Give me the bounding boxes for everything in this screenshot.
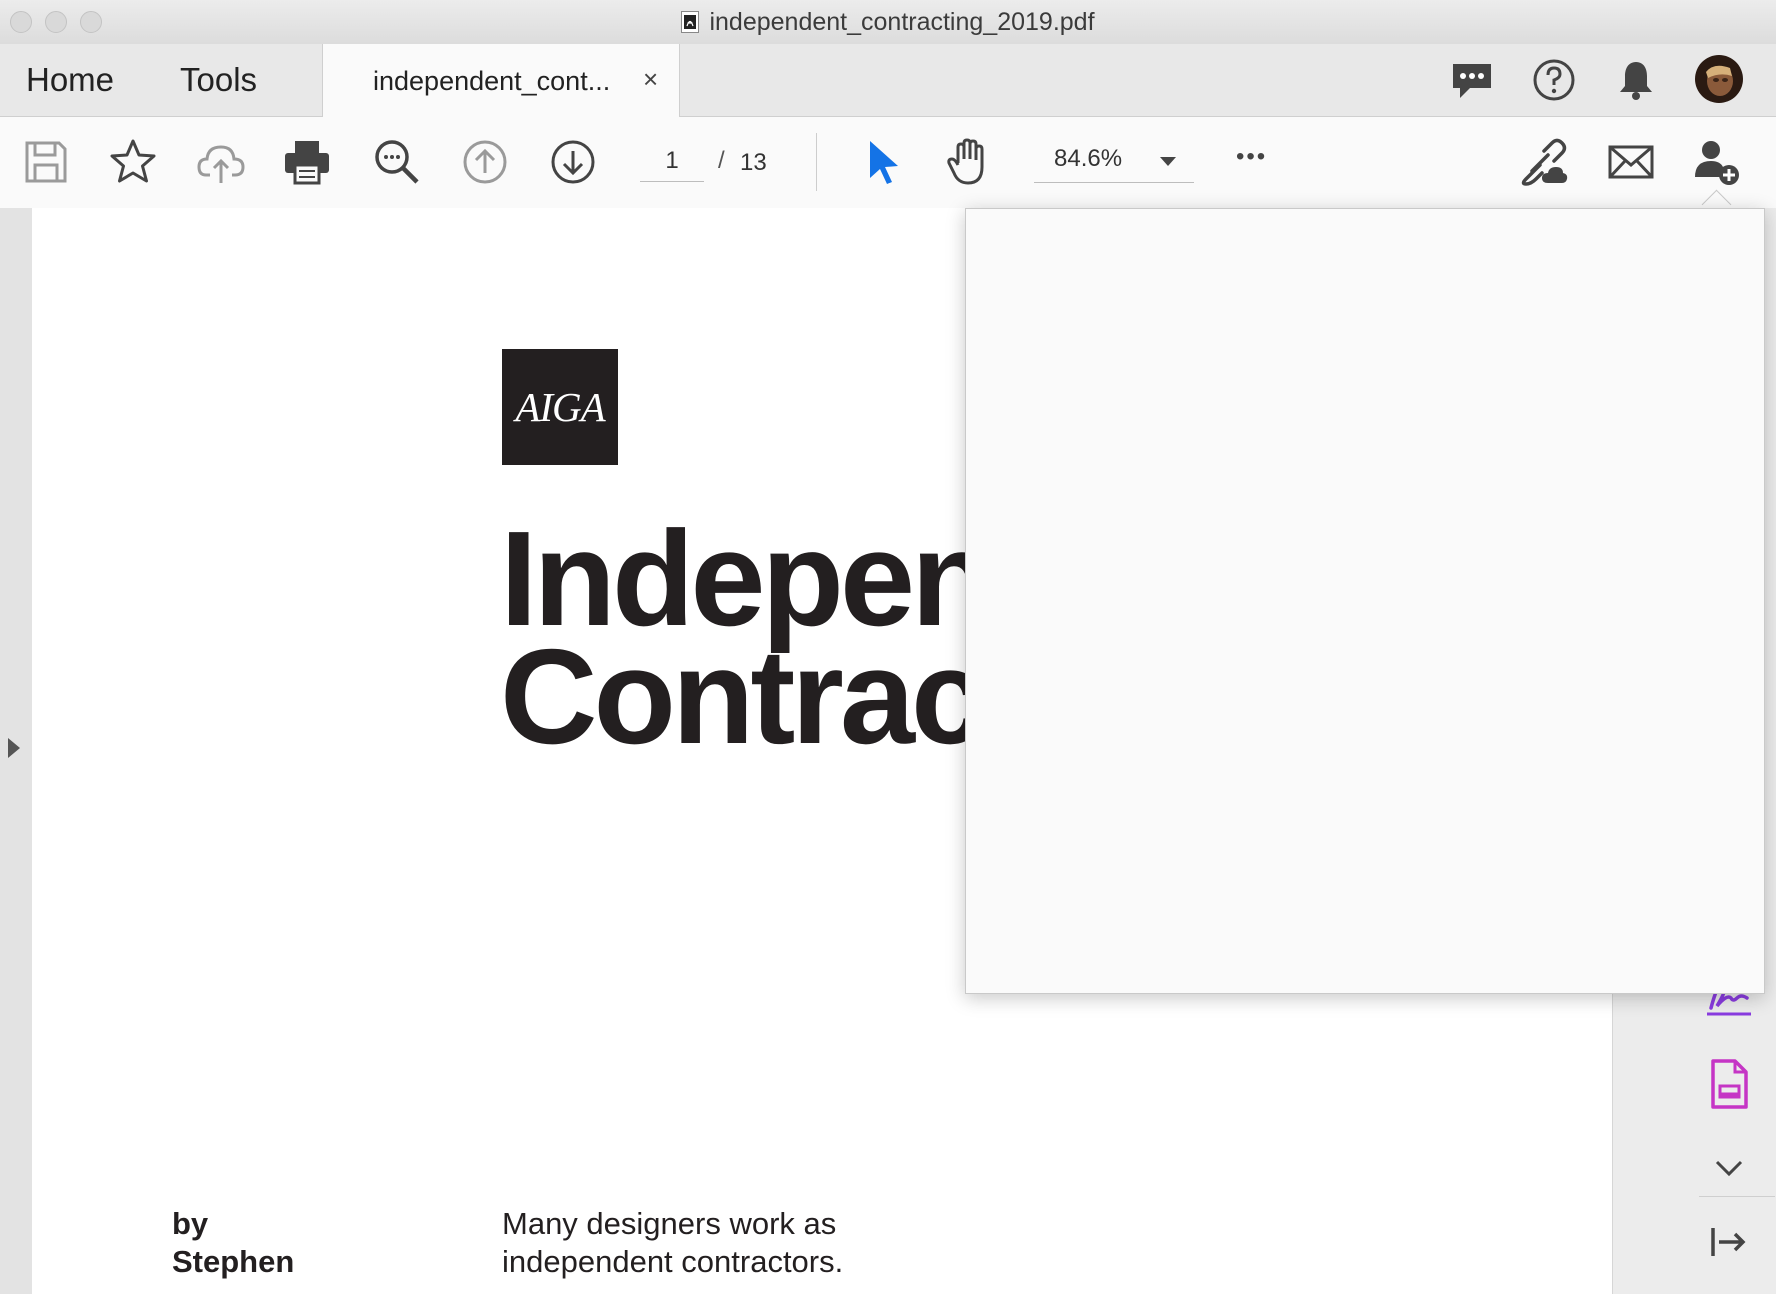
page-total: 13 xyxy=(740,149,767,176)
cloud-upload-icon[interactable] xyxy=(196,137,246,187)
page-number-input[interactable]: 1 xyxy=(640,147,704,182)
zoom-search-icon[interactable] xyxy=(372,137,422,187)
tab-tools[interactable]: Tools xyxy=(180,44,257,116)
user-avatar[interactable] xyxy=(1694,54,1744,104)
title-bar: independent_contracting_2019.pdf xyxy=(0,0,1776,45)
help-icon[interactable] xyxy=(1532,58,1576,102)
tab-bar: Home Tools independent_cont... × xyxy=(0,44,1776,117)
toolbar-divider xyxy=(816,133,817,191)
hand-tool-icon[interactable] xyxy=(944,137,994,187)
collapse-pane-icon[interactable] xyxy=(1707,1220,1751,1264)
window-title-group: independent_contracting_2019.pdf xyxy=(0,0,1776,44)
main-toolbar: 1 / 13 84.6% ••• xyxy=(0,117,1776,209)
next-page-icon[interactable] xyxy=(548,137,598,187)
more-options-icon[interactable]: ••• xyxy=(1236,143,1267,171)
notifications-bell-icon[interactable] xyxy=(1614,58,1658,102)
intro-line-2: independent contractors. xyxy=(502,1244,844,1279)
email-icon[interactable] xyxy=(1606,137,1656,187)
share-link-icon[interactable] xyxy=(1518,137,1568,187)
tab-document[interactable]: independent_cont... × xyxy=(322,44,680,117)
add-person-icon[interactable] xyxy=(1692,137,1742,187)
zoom-value: 84.6% xyxy=(1054,145,1123,172)
zoom-dropdown[interactable]: 84.6% xyxy=(1034,145,1194,183)
close-tab-button[interactable]: × xyxy=(643,64,658,95)
share-popover-panel[interactable] xyxy=(965,208,1765,994)
bookmark-star-icon[interactable] xyxy=(108,137,158,187)
document-tab-label: independent_cont... xyxy=(373,66,611,96)
previous-page-icon[interactable] xyxy=(460,137,510,187)
chevron-down-icon[interactable] xyxy=(1709,1148,1749,1188)
select-pointer-icon[interactable] xyxy=(858,137,908,187)
print-icon[interactable] xyxy=(282,137,332,187)
expand-left-panel-icon[interactable] xyxy=(8,738,20,758)
byline-line-1: by xyxy=(172,1206,209,1241)
pdf-file-icon xyxy=(681,11,700,33)
byline: by Stephen xyxy=(172,1205,294,1281)
tab-home[interactable]: Home xyxy=(26,44,114,116)
save-icon[interactable] xyxy=(21,137,71,187)
page-separator: / xyxy=(718,147,725,174)
window-title: independent_contracting_2019.pdf xyxy=(709,7,1095,36)
intro-line-1: Many designers work as xyxy=(502,1206,837,1241)
comments-icon[interactable] xyxy=(1450,58,1494,102)
aiga-logo: AIGA xyxy=(502,349,618,465)
right-pane-divider xyxy=(1699,1196,1775,1197)
prepare-form-icon[interactable] xyxy=(1703,1058,1755,1110)
intro-text: Many designers work as independent contr… xyxy=(502,1205,843,1281)
chevron-down-icon xyxy=(1160,157,1176,166)
byline-line-2: Stephen xyxy=(172,1244,295,1279)
